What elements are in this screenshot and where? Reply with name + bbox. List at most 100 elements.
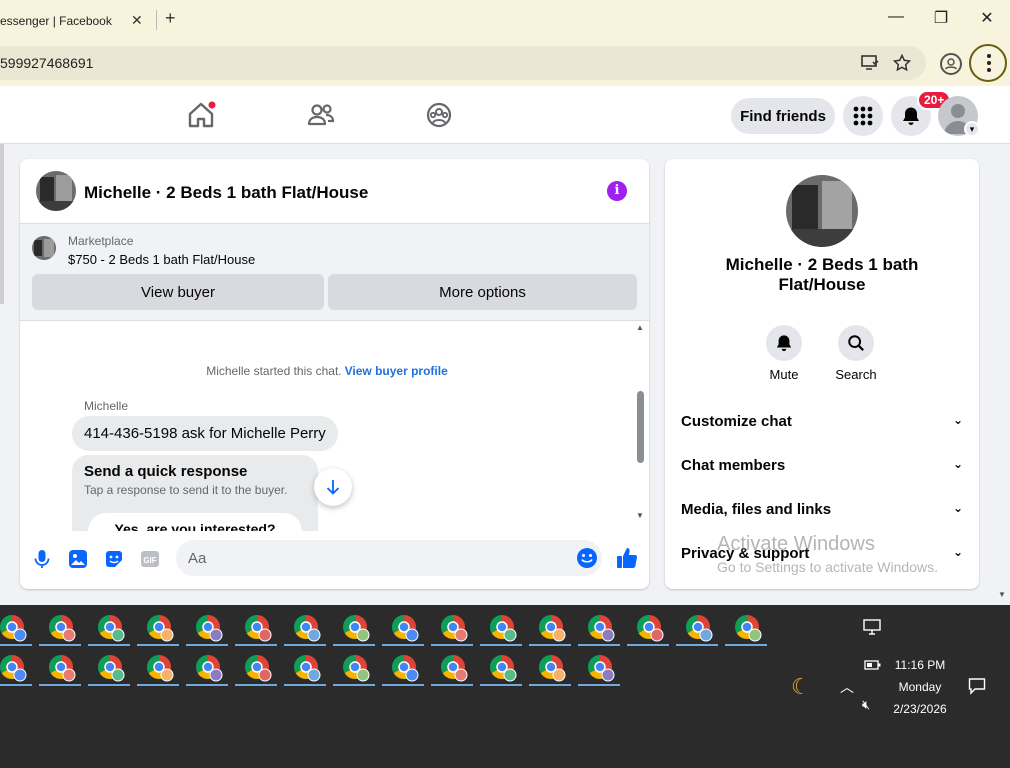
clock-day[interactable]: Monday bbox=[884, 680, 956, 694]
contact-name: Michelle · 2 Beds 1 bath Flat/House bbox=[725, 255, 919, 294]
chrome-taskbar-icon[interactable] bbox=[96, 613, 126, 643]
chrome-taskbar-icon[interactable] bbox=[390, 653, 420, 683]
new-tab-icon[interactable]: + bbox=[165, 8, 176, 29]
quick-response-option[interactable]: Yes, are you interested? bbox=[88, 513, 302, 531]
chrome-taskbar-icon[interactable] bbox=[96, 653, 126, 683]
taskbar-active-indicator bbox=[431, 684, 473, 686]
emoji-icon[interactable] bbox=[576, 547, 598, 569]
tab-close-icon[interactable]: ✕ bbox=[131, 12, 143, 29]
message-scrollbar[interactable]: ▲ ▼ bbox=[634, 321, 648, 526]
minimize-icon[interactable]: — bbox=[881, 8, 911, 26]
find-friends-button[interactable]: Find friends bbox=[731, 98, 835, 134]
chrome-taskbar-icon[interactable] bbox=[243, 653, 273, 683]
chrome-taskbar-icon[interactable] bbox=[390, 613, 420, 643]
more-options-button[interactable]: More options bbox=[328, 274, 637, 310]
chrome-taskbar-icon[interactable] bbox=[341, 613, 371, 643]
view-buyer-profile-link[interactable]: View buyer profile bbox=[345, 364, 448, 378]
chat-avatar[interactable] bbox=[36, 171, 76, 211]
window-close-icon[interactable]: ✕ bbox=[972, 8, 1002, 28]
taskbar-active-indicator bbox=[431, 644, 473, 646]
chrome-taskbar-icon[interactable] bbox=[47, 613, 77, 643]
chat-title: Michelle · 2 Beds 1 bath Flat/House bbox=[84, 183, 369, 202]
mute-button[interactable] bbox=[766, 325, 802, 361]
scrollbar-thumb[interactable] bbox=[637, 391, 644, 463]
night-light-icon[interactable]: ☾ bbox=[791, 674, 811, 700]
microphone-icon[interactable] bbox=[31, 548, 53, 570]
chrome-taskbar-icon[interactable] bbox=[586, 613, 616, 643]
view-buyer-button[interactable]: View buyer bbox=[32, 274, 324, 310]
taskbar-active-indicator bbox=[578, 684, 620, 686]
message-list: Michelle started this chat. View buyer pr… bbox=[20, 321, 649, 531]
page-scrollbar[interactable]: ▼ bbox=[994, 144, 1010, 605]
maximize-icon[interactable]: ❐ bbox=[926, 8, 956, 28]
mute-label: Mute bbox=[769, 367, 799, 382]
scroll-down-icon[interactable]: ▼ bbox=[636, 511, 644, 520]
chevron-down-icon[interactable]: ▾ bbox=[964, 121, 980, 137]
chrome-taskbar-icon[interactable] bbox=[537, 653, 567, 683]
clock-time[interactable]: 11:16 PM bbox=[884, 658, 956, 672]
omnibox[interactable]: 599927468691 bbox=[0, 46, 926, 80]
scroll-to-bottom-button[interactable] bbox=[314, 468, 352, 506]
chrome-taskbar-icon[interactable] bbox=[733, 613, 763, 643]
gif-icon[interactable]: GIF bbox=[139, 548, 161, 570]
install-app-icon[interactable] bbox=[861, 54, 879, 72]
quick-response-subtitle: Tap a response to send it to the buyer. bbox=[84, 483, 288, 497]
speaker-muted-icon[interactable]: 🔇︎ bbox=[862, 697, 870, 713]
menu-grid-button[interactable] bbox=[843, 96, 883, 136]
groups-icon[interactable] bbox=[424, 100, 454, 130]
kebab-menu-icon bbox=[987, 54, 991, 72]
svg-text:GIF: GIF bbox=[143, 556, 156, 565]
chrome-taskbar-icon[interactable] bbox=[292, 653, 322, 683]
chrome-taskbar-icon[interactable] bbox=[341, 653, 371, 683]
chat-window: Michelle · 2 Beds 1 bath Flat/House i Ma… bbox=[20, 159, 649, 589]
chrome-taskbar-icon[interactable] bbox=[292, 613, 322, 643]
taskbar-active-indicator bbox=[284, 684, 326, 686]
section-label: Customize chat bbox=[681, 413, 792, 430]
info-icon[interactable]: i bbox=[607, 181, 627, 201]
chrome-taskbar-icon[interactable] bbox=[488, 653, 518, 683]
search-action[interactable]: Search bbox=[826, 325, 886, 382]
browser-tab[interactable]: essenger | Facebook ✕ bbox=[0, 6, 155, 40]
section-chat-members[interactable]: Chat members ⌄ bbox=[681, 457, 963, 487]
chrome-taskbar-icon[interactable] bbox=[145, 613, 175, 643]
browser-profile-icon[interactable] bbox=[940, 53, 962, 75]
page-scroll-down-icon[interactable]: ▼ bbox=[998, 590, 1006, 599]
friends-icon[interactable] bbox=[306, 100, 336, 130]
chevron-up-icon[interactable]: ︿ bbox=[840, 677, 854, 697]
system-message-text: Michelle started this chat. bbox=[206, 364, 342, 378]
chrome-taskbar-icon[interactable] bbox=[47, 653, 77, 683]
contact-avatar[interactable] bbox=[786, 175, 858, 247]
chrome-taskbar-icon[interactable] bbox=[0, 613, 28, 643]
section-media-files-links[interactable]: Media, files and links ⌄ bbox=[681, 501, 963, 531]
chrome-taskbar-icon[interactable] bbox=[0, 653, 28, 683]
thumbs-up-icon[interactable] bbox=[615, 546, 639, 570]
network-icon[interactable] bbox=[863, 619, 881, 635]
chrome-taskbar-icon[interactable] bbox=[145, 653, 175, 683]
section-customize-chat[interactable]: Customize chat ⌄ bbox=[681, 413, 963, 443]
sticker-icon[interactable] bbox=[103, 548, 125, 570]
photo-icon[interactable] bbox=[67, 548, 89, 570]
notification-center-icon[interactable] bbox=[968, 677, 986, 695]
chrome-taskbar-icon[interactable] bbox=[194, 613, 224, 643]
chrome-taskbar-icon[interactable] bbox=[635, 613, 665, 643]
taskbar-active-indicator bbox=[725, 644, 767, 646]
clock-date[interactable]: 2/23/2026 bbox=[884, 702, 956, 716]
chrome-taskbar-icon[interactable] bbox=[488, 613, 518, 643]
chrome-taskbar-icon[interactable] bbox=[243, 613, 273, 643]
chrome-taskbar-icon[interactable] bbox=[586, 653, 616, 683]
scroll-up-icon[interactable]: ▲ bbox=[636, 323, 644, 332]
message-input[interactable] bbox=[176, 540, 602, 576]
chrome-taskbar-icon[interactable] bbox=[537, 613, 567, 643]
bookmark-star-icon[interactable] bbox=[893, 54, 911, 72]
battery-icon[interactable] bbox=[864, 659, 882, 671]
arrow-down-icon bbox=[326, 480, 340, 495]
browser-menu-button[interactable] bbox=[969, 44, 1007, 82]
mute-action[interactable]: Mute bbox=[754, 325, 814, 382]
chrome-taskbar-icon[interactable] bbox=[439, 613, 469, 643]
home-icon[interactable] bbox=[186, 100, 216, 130]
search-button[interactable] bbox=[838, 325, 874, 361]
chrome-taskbar-icon[interactable] bbox=[684, 613, 714, 643]
chrome-taskbar-icon[interactable] bbox=[439, 653, 469, 683]
chrome-taskbar-icon[interactable] bbox=[194, 653, 224, 683]
taskbar-active-indicator bbox=[137, 644, 179, 646]
